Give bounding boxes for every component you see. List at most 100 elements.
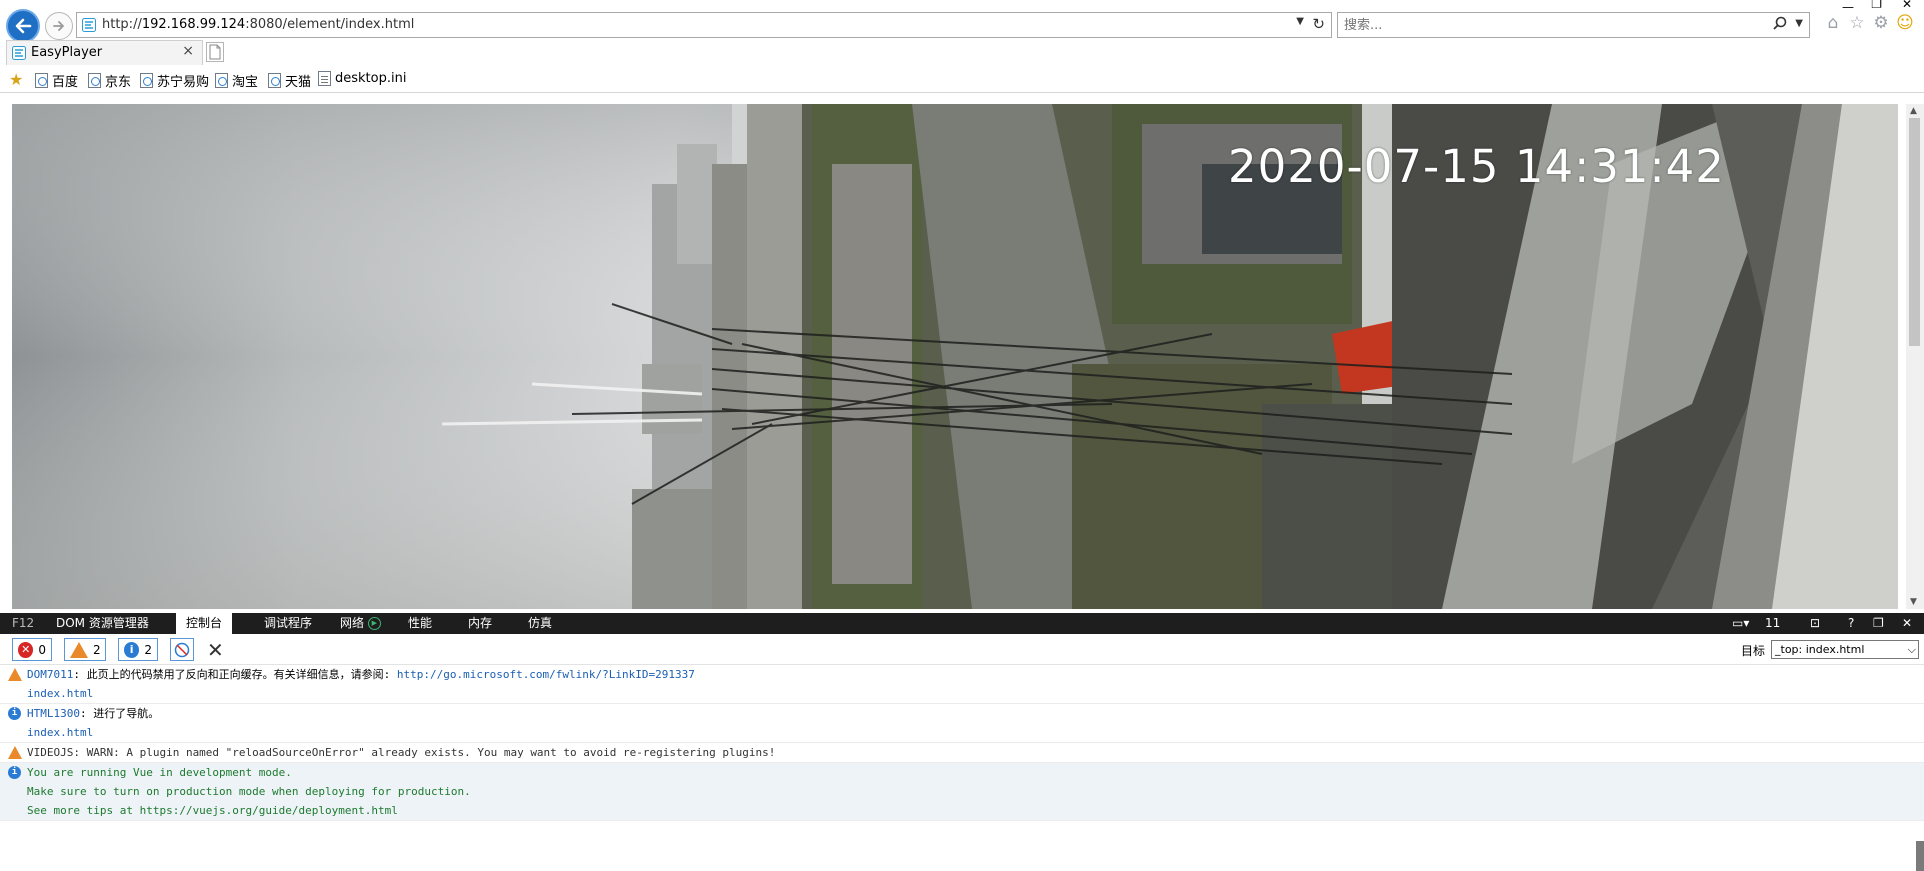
favorite-item[interactable]: desktop.ini xyxy=(318,71,406,86)
console-toggle-icon[interactable]: ⊡ xyxy=(1810,613,1820,634)
refresh-icon[interactable]: ↻ xyxy=(1312,15,1325,33)
network-record-icon: ▶ xyxy=(367,617,381,630)
ie-page-icon xyxy=(140,73,153,88)
forward-button[interactable] xyxy=(45,12,73,40)
tab-favicon-icon xyxy=(12,46,26,60)
home-icon[interactable]: ⌂ xyxy=(1823,13,1843,33)
ie-page-icon xyxy=(88,73,101,88)
error-icon: ✕ xyxy=(18,641,34,658)
favorite-item[interactable]: 百度 xyxy=(35,71,78,90)
page-content: 2020-07-15 14:31:42 ▲ ▼ xyxy=(0,94,1924,613)
message-source[interactable]: index.html xyxy=(27,726,93,739)
message-text: Make sure to turn on production mode whe… xyxy=(27,785,471,798)
message-code: HTML1300 xyxy=(27,707,80,720)
warning-icon xyxy=(70,641,88,658)
tab-title: EasyPlayer xyxy=(31,45,103,60)
filter-warnings-button[interactable]: 2 xyxy=(64,638,106,661)
undock-icon[interactable]: ❐ xyxy=(1873,613,1884,634)
url-path: :8080/element/index.html xyxy=(245,17,415,32)
video-player[interactable]: 2020-07-15 14:31:42 xyxy=(12,104,1898,609)
search-dropdown-icon[interactable]: ▼ xyxy=(1795,18,1803,29)
warning-icon xyxy=(8,746,22,759)
info-icon: i xyxy=(124,641,140,658)
scrollbar-thumb[interactable] xyxy=(1909,118,1920,346)
search-icon[interactable] xyxy=(1773,16,1787,34)
tab-memory[interactable]: 内存 xyxy=(458,613,502,634)
filter-errors-button[interactable]: ✕ 0 xyxy=(12,638,52,661)
target-select[interactable]: _top: index.html ⌵ xyxy=(1771,640,1919,659)
clear-console-icon[interactable]: ✕ xyxy=(207,638,224,662)
url-field[interactable]: http://192.168.99.124:8080/element/index… xyxy=(76,12,1332,38)
message-text: : 此页上的代码禁用了反向和正向缓存。有关详细信息，请参阅: xyxy=(73,668,397,681)
page-favicon-icon xyxy=(82,18,96,32)
url-text: http://192.168.99.124:8080/element/index… xyxy=(102,17,414,32)
video-timestamp: 2020-07-15 14:31:42 xyxy=(1228,140,1725,193)
forward-arrow-icon xyxy=(53,21,64,31)
tab-performance[interactable]: 性能 xyxy=(398,613,442,634)
new-tab-button[interactable] xyxy=(206,42,224,62)
favorites-star-icon[interactable]: ★ xyxy=(9,70,23,89)
info-count: 2 xyxy=(144,642,152,657)
tab-close-icon[interactable]: × xyxy=(182,43,194,59)
favorite-item[interactable]: 京东 xyxy=(88,71,131,90)
filter-info-button[interactable]: i 2 xyxy=(118,638,158,661)
target-label: 目标 xyxy=(1741,644,1766,658)
info-icon: i xyxy=(8,707,21,720)
target-value: _top: index.html xyxy=(1775,643,1865,656)
new-tab-icon xyxy=(209,44,221,60)
restore-icon[interactable]: ❐ xyxy=(1871,0,1882,11)
back-arrow-icon xyxy=(15,18,32,34)
search-input[interactable] xyxy=(1344,16,1764,34)
clear-on-navigate-icon xyxy=(174,642,190,657)
favorite-item[interactable]: 苏宁易购 xyxy=(140,71,209,90)
console-output: DOM7011: 此页上的代码禁用了反向和正向缓存。有关详细信息，请参阅: ht… xyxy=(0,665,1924,871)
message-text: You are running Vue in development mode. xyxy=(27,766,292,779)
error-count: 0 xyxy=(38,642,46,657)
url-scheme: http:// xyxy=(102,17,142,32)
scroll-down-icon[interactable]: ▼ xyxy=(1910,597,1917,607)
console-scrollbar-thumb[interactable] xyxy=(1916,841,1924,871)
tab-row: EasyPlayer × xyxy=(0,40,1924,65)
close-window-icon[interactable]: ✕ xyxy=(1902,0,1912,11)
message-source[interactable]: index.html xyxy=(27,687,93,700)
back-button[interactable] xyxy=(6,9,40,43)
ie-page-icon xyxy=(268,73,281,88)
console-message[interactable]: VIDEOJS: WARN: A plugin named "reloadSou… xyxy=(0,743,1924,763)
favorites-bar: ★ 百度 京东 苏宁易购 淘宝 天猫 desktop.ini xyxy=(0,66,1924,93)
console-message[interactable]: DOM7011: 此页上的代码禁用了反向和正向缓存。有关详细信息，请参阅: ht… xyxy=(0,665,1924,704)
message-text: : 进行了导航。 xyxy=(79,707,160,720)
console-message[interactable]: i HTML1300: 进行了导航。 index.html xyxy=(0,704,1924,743)
document-icon xyxy=(318,71,331,86)
smiley-icon[interactable]: ☺ xyxy=(1895,13,1915,33)
url-dropdown-icon[interactable]: ▼ xyxy=(1296,16,1304,27)
message-text: VIDEOJS: WARN: A plugin named "reloadSou… xyxy=(27,746,776,759)
info-icon: i xyxy=(8,766,21,779)
ie-page-icon xyxy=(215,73,228,88)
search-box[interactable]: ▼ xyxy=(1337,12,1810,38)
clear-on-navigate-button[interactable] xyxy=(170,638,194,661)
tab-console[interactable]: 控制台 xyxy=(176,613,233,634)
devtools-f12-label: F12 xyxy=(12,616,35,630)
star-icon[interactable]: ☆ xyxy=(1847,13,1867,33)
browser-mode-icon[interactable]: ▭▾ xyxy=(1732,613,1749,634)
console-message[interactable]: i You are running Vue in development mod… xyxy=(0,763,1924,821)
tab-easyplayer[interactable]: EasyPlayer × xyxy=(6,40,203,65)
url-host: 192.168.99.124 xyxy=(141,17,246,32)
devtools-tabbar: F12 DOM 资源管理器 控制台 调试程序 网络 ▶ 性能 内存 仿真 ▭▾ … xyxy=(0,613,1924,634)
tab-network[interactable]: 网络 ▶ xyxy=(330,613,391,634)
favorite-item[interactable]: 淘宝 xyxy=(215,71,258,90)
minimize-icon[interactable]: — xyxy=(1842,0,1854,14)
message-text: See more tips at https://vuejs.org/guide… xyxy=(27,804,398,817)
favorite-item[interactable]: 天猫 xyxy=(268,71,311,90)
close-devtools-icon[interactable]: ✕ xyxy=(1902,613,1912,634)
tab-debugger[interactable]: 调试程序 xyxy=(254,613,322,634)
help-icon[interactable]: ? xyxy=(1848,613,1854,634)
tab-dom-explorer[interactable]: DOM 资源管理器 xyxy=(46,613,159,634)
tab-emulation[interactable]: 仿真 xyxy=(518,613,562,634)
scroll-up-icon[interactable]: ▲ xyxy=(1910,106,1917,116)
page-scrollbar[interactable]: ▲ ▼ xyxy=(1906,104,1924,609)
message-link[interactable]: http://go.microsoft.com/fwlink/?LinkID=2… xyxy=(397,668,695,681)
gear-icon[interactable]: ⚙ xyxy=(1871,13,1891,33)
console-toolbar: ✕ 0 2 i 2 ✕ 目标 _top: index.html ⌵ xyxy=(0,634,1924,665)
chevron-down-icon: ⌵ xyxy=(1907,643,1916,656)
